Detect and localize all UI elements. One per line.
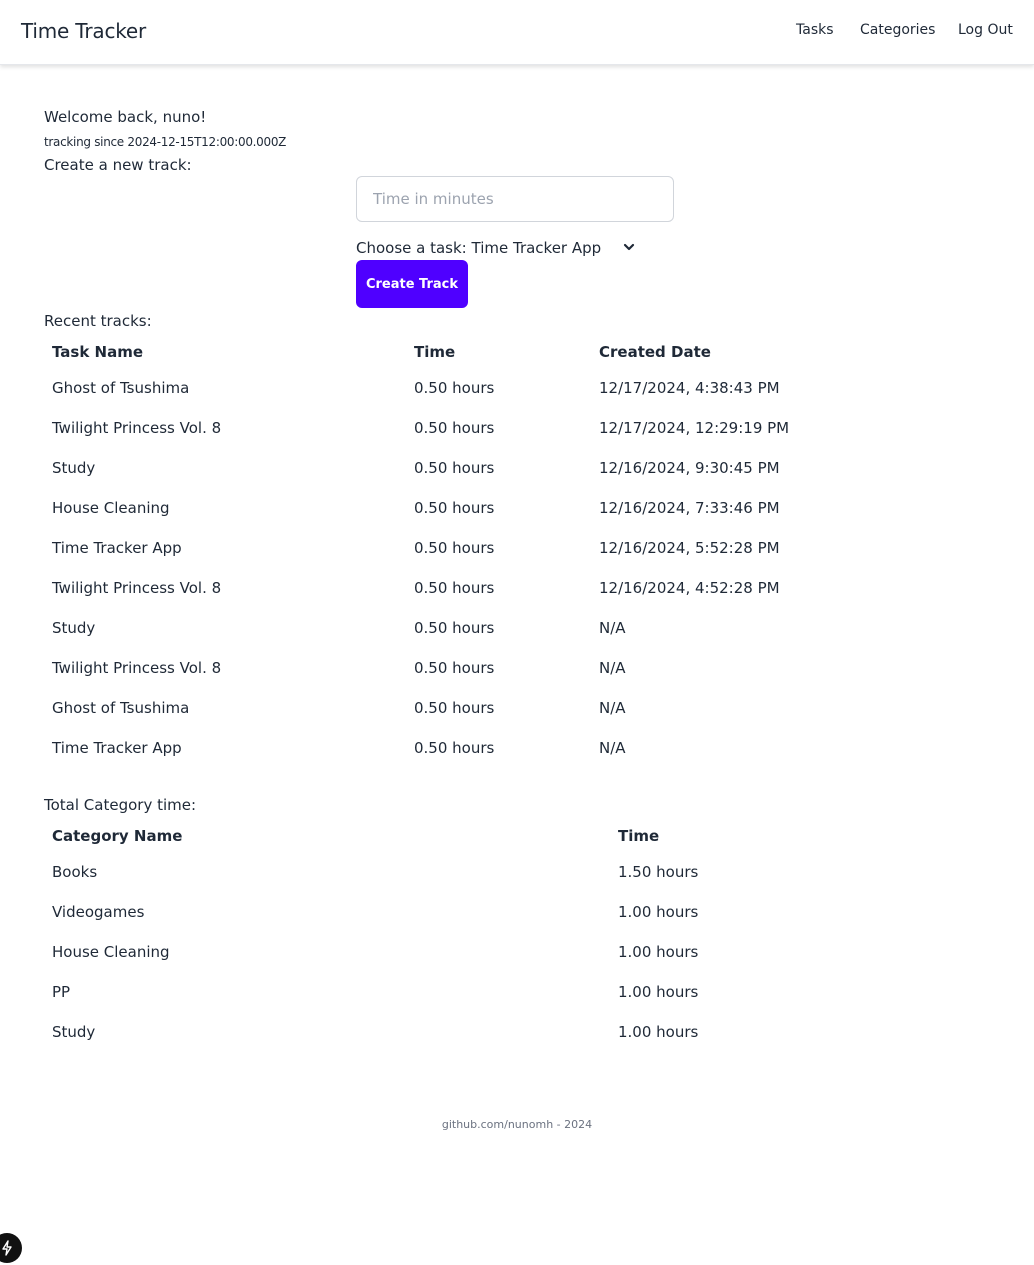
category-time: 1.00 hours (618, 1023, 699, 1041)
dev-tools-badge[interactable] (0, 1233, 22, 1263)
category-name: Study (52, 1023, 96, 1041)
track-task: Ghost of Tsushima (52, 699, 190, 717)
table-row: Twilight Princess Vol. 8 0.50 hours 12/16/… (44, 568, 990, 608)
header-category-time: Time (618, 827, 660, 845)
recent-tracks-table: Task Name Time Created Date Ghost of Tsu… (44, 336, 990, 768)
header-created-date: Created Date (599, 343, 711, 361)
table-row: Study 1.00 hours (44, 1012, 990, 1052)
track-task: Ghost of Tsushima (52, 379, 190, 397)
welcome-message: Welcome back, nuno! (44, 108, 207, 126)
category-time: 1.00 hours (618, 903, 699, 921)
table-row: Videogames 1.00 hours (44, 892, 990, 932)
track-time: 0.50 hours (414, 619, 495, 637)
create-track-label: Create a new track: (44, 156, 192, 174)
table-row: Ghost of Tsushima 0.50 hours 12/17/2024, 4… (44, 368, 990, 408)
table-row: Study 0.50 hours 12/16/2024, 9:30:45 PM (44, 448, 990, 488)
chevron-down-icon (623, 243, 635, 251)
table-row: Study 0.50 hours N/A (44, 608, 990, 648)
table-header-row: Task Name Time Created Date (44, 336, 990, 368)
track-task: Twilight Princess Vol. 8 (52, 659, 222, 677)
nav-logout-link[interactable]: Log Out (958, 22, 1013, 38)
table-row: Time Tracker App 0.50 hours N/A (44, 728, 990, 768)
track-created: N/A (599, 739, 626, 757)
track-task: Study (52, 619, 96, 637)
nav-categories-link[interactable]: Categories (860, 22, 935, 38)
table-row: Time Tracker App 0.50 hours 12/16/2024, 5:… (44, 528, 990, 568)
track-time: 0.50 hours (414, 699, 495, 717)
category-name: Videogames (52, 903, 145, 921)
track-time: 0.50 hours (414, 459, 495, 477)
track-task: Time Tracker App (52, 539, 182, 557)
navbar: Time Tracker Tasks Categories Log Out (0, 0, 1034, 65)
table-row: Books 1.50 hours (44, 852, 990, 892)
track-task: Time Tracker App (52, 739, 182, 757)
lightning-icon (2, 1240, 12, 1256)
table-row: Twilight Princess Vol. 8 0.50 hours 12/17/… (44, 408, 990, 448)
track-time: 0.50 hours (414, 539, 495, 557)
track-task: House Cleaning (52, 499, 170, 517)
table-header-row: Category Name Time (44, 820, 990, 852)
category-name: House Cleaning (52, 943, 170, 961)
category-name: PP (52, 983, 71, 1001)
track-time: 0.50 hours (414, 379, 495, 397)
track-time: 0.50 hours (414, 419, 495, 437)
track-created: 12/16/2024, 4:52:28 PM (599, 579, 780, 597)
time-minutes-input[interactable] (356, 176, 674, 222)
category-time: 1.50 hours (618, 863, 699, 881)
track-created: 12/16/2024, 7:33:46 PM (599, 499, 780, 517)
task-select-value: Choose a task: Time Tracker App (356, 239, 602, 257)
create-track-button[interactable]: Create Track (356, 260, 468, 308)
track-time: 0.50 hours (414, 499, 495, 517)
category-time: 1.00 hours (618, 983, 699, 1001)
track-time: 0.50 hours (414, 739, 495, 757)
track-created: 12/17/2024, 12:29:19 PM (599, 419, 790, 437)
header-task-name: Task Name (52, 343, 144, 361)
recent-tracks-label: Recent tracks: (44, 312, 152, 330)
track-created: 12/16/2024, 5:52:28 PM (599, 539, 780, 557)
track-created: N/A (599, 659, 626, 677)
task-select[interactable]: Choose a task: Time Tracker App (356, 238, 638, 260)
category-time-table: Category Name Time Books 1.50 hours Video… (44, 820, 990, 1052)
header-time: Time (414, 343, 456, 361)
track-created: N/A (599, 699, 626, 717)
track-created: 12/17/2024, 4:38:43 PM (599, 379, 780, 397)
table-row: PP 1.00 hours (44, 972, 990, 1012)
track-created: 12/16/2024, 9:30:45 PM (599, 459, 780, 477)
category-time-label: Total Category time: (44, 796, 197, 814)
category-name: Books (52, 863, 98, 881)
footer-text: github.com/nunomh - 2024 (441, 1118, 593, 1131)
track-task: Twilight Princess Vol. 8 (52, 579, 222, 597)
track-task: Study (52, 459, 96, 477)
track-time: 0.50 hours (414, 579, 495, 597)
header-category-name: Category Name (52, 827, 183, 845)
category-time: 1.00 hours (618, 943, 699, 961)
track-time: 0.50 hours (414, 659, 495, 677)
nav-tasks-link[interactable]: Tasks (796, 22, 834, 38)
track-task: Twilight Princess Vol. 8 (52, 419, 222, 437)
app-title[interactable]: Time Tracker (21, 19, 146, 43)
track-created: N/A (599, 619, 626, 637)
table-row: Ghost of Tsushima 0.50 hours N/A (44, 688, 990, 728)
table-row: House Cleaning 1.00 hours (44, 932, 990, 972)
table-row: House Cleaning 0.50 hours 12/16/2024, 7:33… (44, 488, 990, 528)
table-row: Twilight Princess Vol. 8 0.50 hours N/A (44, 648, 990, 688)
tracking-since: tracking since 2024-12-15T12:00:00.000Z (44, 135, 287, 149)
